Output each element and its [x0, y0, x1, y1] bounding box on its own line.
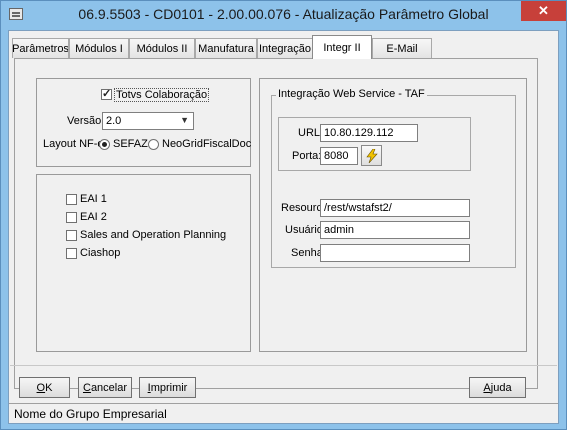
tab-parametros[interactable]: Parâmetros — [12, 38, 69, 58]
taf-legend: Integração Web Service - TAF — [276, 88, 427, 100]
tab-integr-ii[interactable]: Integr II — [312, 35, 372, 59]
cancelar-button[interactable]: Cancelar — [78, 377, 132, 398]
button-bar-divider — [10, 365, 557, 366]
lightning-icon — [365, 148, 378, 163]
eai-group: EAI 1 EAI 2 Sales and Operation Planning… — [36, 174, 251, 352]
close-button[interactable]: ✕ — [521, 1, 566, 21]
eai1-label: EAI 1 — [80, 193, 107, 205]
tab-email[interactable]: E-Mail — [372, 38, 432, 58]
versao-label: Versão: — [67, 115, 105, 127]
status-bar: Nome do Grupo Empresarial — [9, 403, 558, 423]
app-window: 06.9.5503 - CD0101 - 2.00.00.076 - Atual… — [0, 0, 567, 430]
eai2-label: EAI 2 — [80, 211, 107, 223]
totvs-colaboracao-label: Totvs Colaboração — [114, 88, 210, 102]
tab-label: Manufatura — [198, 42, 254, 55]
neogrid-label: NeoGridFiscalDoc — [162, 138, 252, 150]
chevron-down-icon: ▼ — [180, 115, 189, 125]
sop-checkbox[interactable] — [66, 230, 77, 241]
tab-label: Módulos I — [75, 42, 123, 55]
neogrid-radio[interactable] — [148, 139, 159, 150]
ok-label: K — [45, 381, 53, 394]
ajuda-label: juda — [490, 381, 512, 394]
versao-value: 2.0 — [106, 115, 122, 127]
window-title: 06.9.5503 - CD0101 - 2.00.00.076 - Atual… — [78, 6, 489, 22]
resource-input[interactable]: /rest/wstafst2/ — [320, 199, 470, 217]
sefaz-radio[interactable] — [99, 139, 110, 150]
usuario-input[interactable]: admin — [320, 221, 470, 239]
tab-label: Integração — [259, 42, 311, 55]
versao-select[interactable]: 2.0 ▼ — [102, 112, 194, 130]
ok-accelerator: O — [36, 381, 46, 394]
imprimir-button[interactable]: Imprimir — [139, 377, 196, 398]
ciashop-label: Ciashop — [80, 247, 121, 259]
taf-group: Integração Web Service - TAF URL: 10.80.… — [259, 78, 527, 352]
tab-label: E-Mail — [386, 42, 418, 55]
tab-panel-integr-ii: ✓ Totvs Colaboração Versão: 2.0 ▼ Layout… — [14, 58, 538, 389]
title-bar[interactable]: 06.9.5503 - CD0101 - 2.00.00.076 - Atual… — [1, 1, 566, 29]
dialog-client: Parâmetros Módulos I Módulos II Manufatu… — [8, 30, 559, 424]
colaboracao-group: ✓ Totvs Colaboração Versão: 2.0 ▼ Layout… — [36, 78, 251, 167]
tab-label: Parâmetros — [12, 42, 69, 55]
eai1-checkbox[interactable] — [66, 194, 77, 205]
senha-input[interactable] — [320, 244, 470, 262]
cancelar-accelerator: C — [82, 381, 91, 394]
status-text: Nome do Grupo Empresarial — [14, 407, 167, 421]
tab-label: Módulos II — [136, 42, 188, 55]
tab-label: Integr II — [323, 41, 361, 54]
ajuda-accelerator: A — [483, 381, 491, 394]
eai2-checkbox[interactable] — [66, 212, 77, 223]
url-input[interactable]: 10.80.129.112 — [320, 124, 418, 142]
sefaz-label: SEFAZ — [113, 138, 148, 150]
tab-modulos-i[interactable]: Módulos I — [69, 38, 129, 58]
tab-manufatura[interactable]: Manufatura — [195, 38, 257, 58]
porta-input[interactable]: 8080 — [320, 147, 358, 165]
close-icon: ✕ — [538, 3, 549, 18]
layout-nfe-label: Layout NF-e: — [43, 138, 107, 150]
ciashop-checkbox[interactable] — [66, 248, 77, 259]
tab-modulos-ii[interactable]: Módulos II — [129, 38, 195, 58]
totvs-colaboracao-checkbox[interactable]: ✓ — [101, 89, 112, 100]
porta-label: Porta: — [292, 150, 322, 162]
imprimir-label: mprimir — [150, 381, 188, 394]
sop-label: Sales and Operation Planning — [80, 229, 227, 241]
test-connection-button[interactable] — [361, 145, 382, 166]
ok-button[interactable]: OK — [19, 377, 70, 398]
ajuda-button[interactable]: Ajuda — [469, 377, 526, 398]
cancelar-label: ancelar — [90, 381, 128, 394]
tab-integracao[interactable]: Integração — [257, 38, 313, 58]
